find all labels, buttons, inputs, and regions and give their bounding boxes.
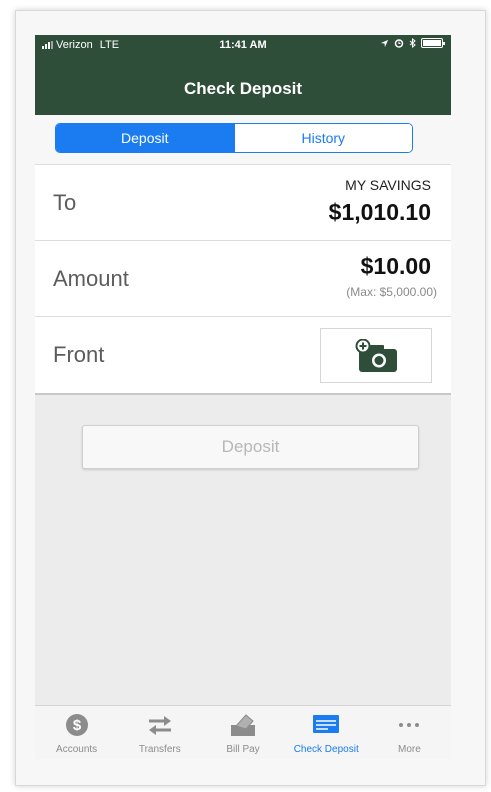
more-dots-icon — [399, 723, 420, 727]
tab-label: Bill Pay — [226, 744, 260, 755]
segmented-control: Deposit History — [55, 123, 413, 153]
tab-accounts[interactable]: $ Accounts — [35, 706, 118, 759]
account-name: MY SAVINGS — [345, 177, 431, 193]
transfer-arrows-icon — [148, 716, 171, 735]
account-balance: $1,010.10 — [328, 199, 431, 225]
tab-label: Check Deposit — [293, 744, 359, 755]
tab-more[interactable]: More — [368, 706, 451, 759]
front-image-row: Front — [35, 317, 451, 395]
svg-text:$: $ — [72, 717, 81, 734]
front-capture-button[interactable] — [320, 328, 432, 383]
deposit-button[interactable]: Deposit — [82, 425, 419, 469]
segment-area: Deposit History — [35, 115, 451, 165]
amount-max: (Max: $5,000.00) — [346, 285, 437, 299]
segment-deposit[interactable]: Deposit — [56, 124, 234, 152]
tab-label: More — [398, 744, 421, 755]
bill-pay-icon — [231, 714, 255, 736]
tab-bill-pay[interactable]: Bill Pay — [201, 706, 284, 759]
status-icons — [380, 38, 445, 48]
amount-value: $10.00 — [360, 253, 431, 279]
check-deposit-icon — [313, 715, 340, 733]
tab-label: Accounts — [56, 744, 98, 755]
to-label: To — [53, 190, 77, 215]
front-label: Front — [53, 342, 105, 367]
nav-bar: Verizon LTE 11:41 AM Check Deposit — [35, 35, 451, 115]
tab-bar: $ Accounts Transfers Bill Pay Check Depo… — [35, 705, 451, 759]
tab-transfers[interactable]: Transfers — [118, 706, 201, 759]
add-camera-icon — [355, 339, 397, 372]
tab-check-deposit[interactable]: Check Deposit — [285, 706, 368, 759]
page-title: Check Deposit — [183, 79, 303, 98]
dollar-icon: $ — [65, 714, 88, 736]
alarm-icon — [394, 39, 404, 48]
status-bar: Verizon LTE 11:41 AM — [35, 35, 451, 57]
to-account-row[interactable]: To MY SAVINGS $1,010.10 — [35, 165, 451, 241]
phone-screen: Verizon LTE 11:41 AM Check Deposit Depos… — [35, 35, 451, 759]
amount-label: Amount — [53, 266, 129, 291]
segment-history[interactable]: History — [233, 124, 412, 152]
battery-icon — [421, 38, 445, 48]
bluetooth-icon — [409, 38, 416, 48]
tab-label: Transfers — [138, 744, 181, 755]
amount-row[interactable]: Amount $10.00 (Max: $5,000.00) — [35, 241, 451, 317]
content-area: Deposit — [35, 395, 451, 705]
location-icon — [380, 39, 389, 47]
